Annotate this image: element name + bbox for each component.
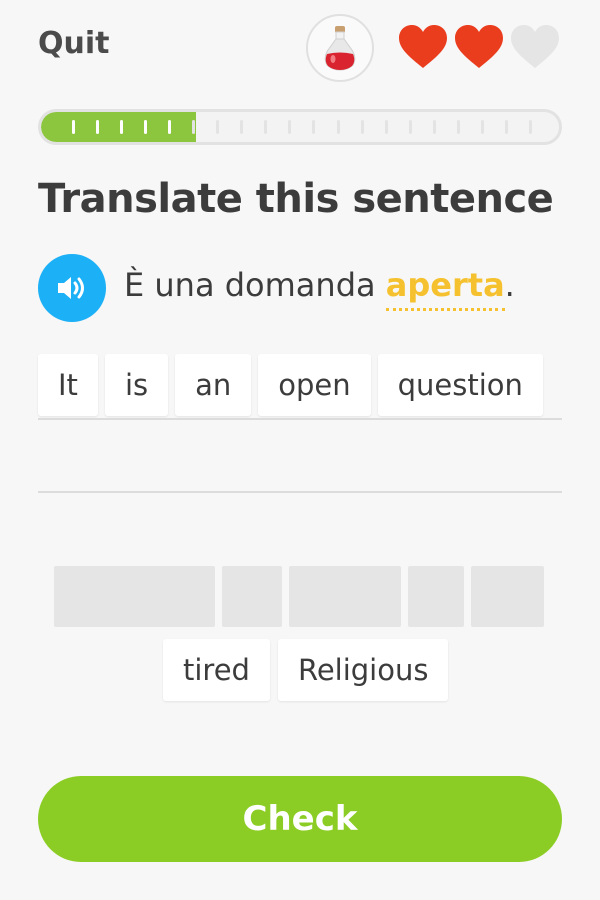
answer-area: It is an open question [38, 354, 543, 416]
answer-word-chip[interactable]: open [258, 354, 371, 416]
progress-tick [288, 120, 292, 134]
prompt-punctuation: . [504, 266, 515, 304]
progress-tick [457, 120, 461, 134]
heart-icon [511, 25, 559, 68]
progress-tick [167, 120, 171, 134]
progress-tick [240, 120, 244, 134]
progress-tick [216, 120, 220, 134]
answer-word-chip[interactable]: It [38, 354, 98, 416]
answer-word-chip[interactable]: is [104, 354, 169, 416]
progress-tick [312, 120, 316, 134]
play-audio-button[interactable] [38, 254, 106, 322]
word-bank-chip[interactable]: Religious [277, 639, 449, 701]
translation-exercise-screen: Quit Translate this sentence È una doman… [0, 0, 600, 900]
progress-tick [95, 120, 99, 134]
progress-tick [408, 120, 412, 134]
prompt-sentence: È una domanda aperta. [124, 266, 515, 311]
progress-tick [481, 120, 485, 134]
used-word-slot [54, 566, 215, 627]
lives-hearts [398, 24, 560, 70]
progress-tick [505, 120, 509, 134]
progress-tick [143, 120, 147, 134]
prompt-text: È una domanda [124, 266, 386, 304]
heart-icon [399, 25, 447, 68]
progress-tick [360, 120, 364, 134]
hint-word[interactable]: aperta [385, 266, 505, 311]
used-word-slot [408, 566, 464, 627]
word-bank-used-slots [54, 566, 544, 627]
used-word-slot [471, 566, 544, 627]
progress-tick [384, 120, 388, 134]
word-bank-chip[interactable]: tired [163, 639, 270, 701]
answer-line [38, 491, 562, 493]
progress-tick [192, 120, 196, 134]
answer-word-chip[interactable]: question [377, 354, 543, 416]
used-word-slot [222, 566, 282, 627]
quit-button[interactable]: Quit [38, 26, 109, 61]
potion-icon [324, 26, 356, 71]
progress-tick [119, 120, 123, 134]
heart-icon [455, 25, 503, 68]
speaker-icon [58, 277, 84, 299]
lesson-progress-bar [38, 109, 562, 145]
answer-line [38, 418, 562, 420]
check-button[interactable]: Check [38, 776, 562, 862]
progress-ticks [41, 112, 559, 142]
word-bank: tired Religious [163, 639, 449, 701]
progress-tick [336, 120, 340, 134]
progress-tick [432, 120, 436, 134]
used-word-slot [289, 566, 401, 627]
progress-tick [71, 120, 75, 134]
progress-tick [529, 120, 533, 134]
progress-tick [264, 120, 268, 134]
answer-word-chip[interactable]: an [175, 354, 252, 416]
exercise-instruction: Translate this sentence [38, 176, 554, 222]
potion-button[interactable] [306, 14, 374, 82]
